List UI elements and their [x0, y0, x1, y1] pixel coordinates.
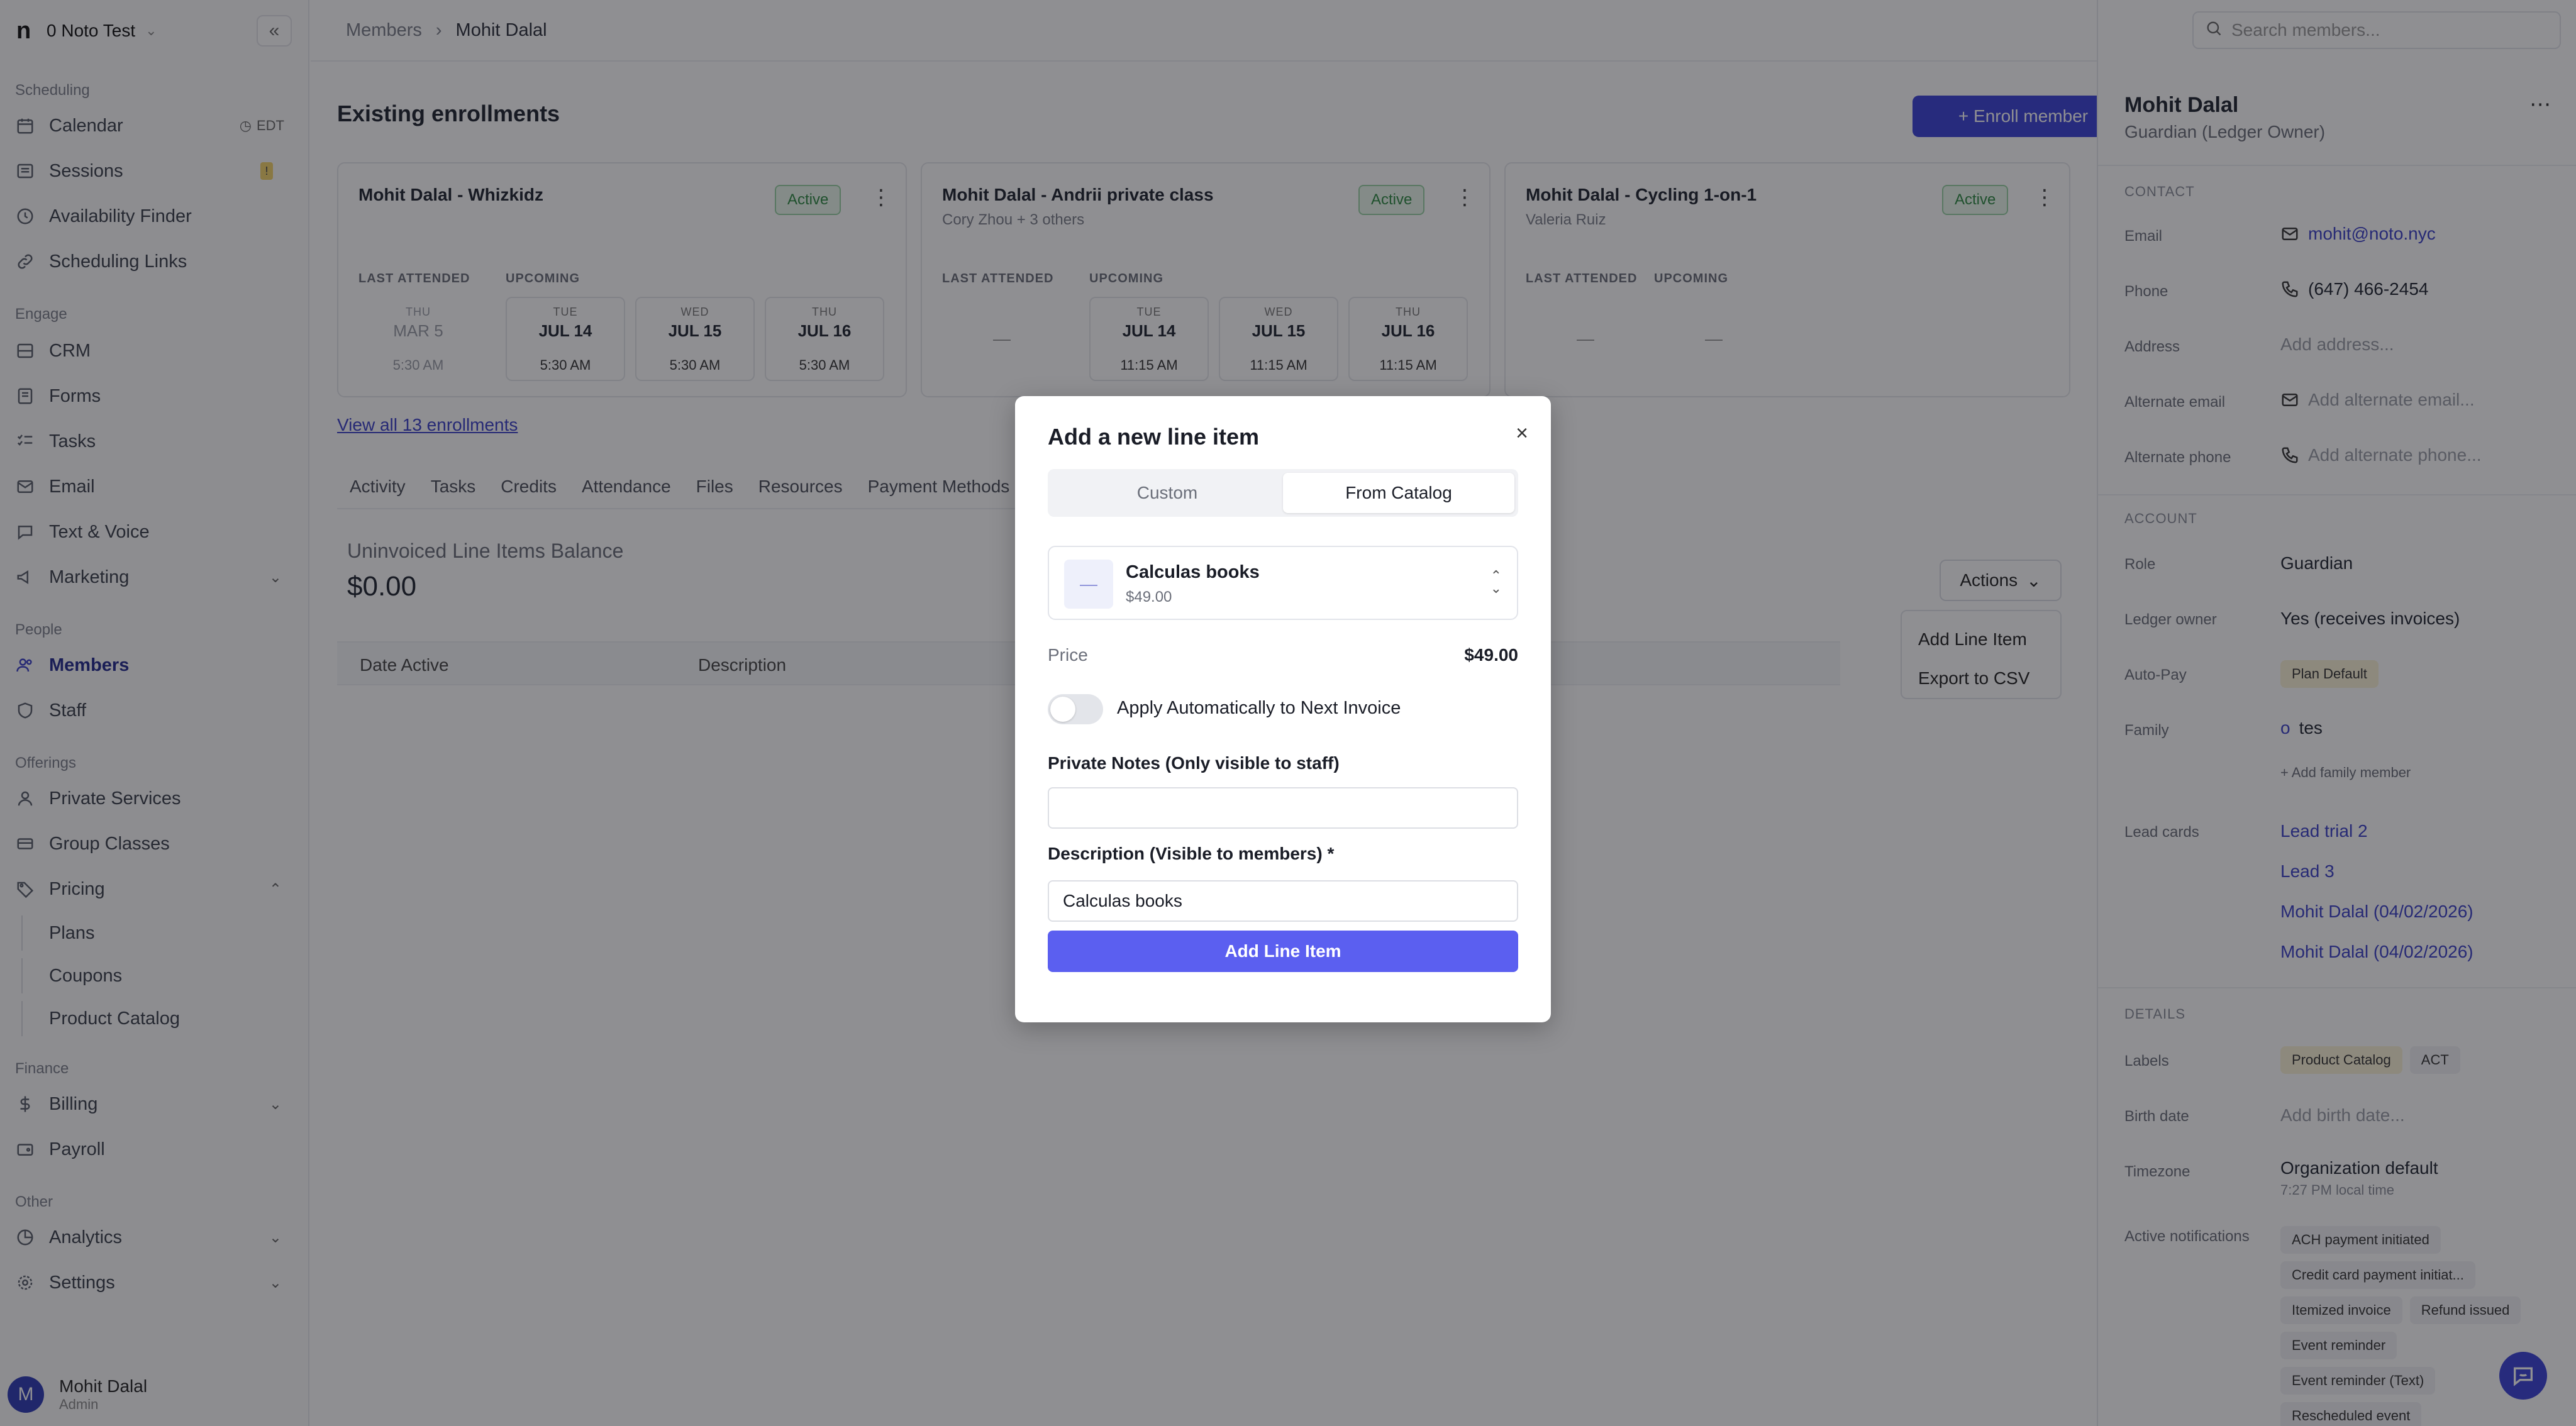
description-input[interactable]: Calculas books — [1048, 880, 1518, 922]
close-icon[interactable]: × — [1516, 421, 1528, 446]
description-label: Description (Visible to members) * — [1048, 844, 1335, 863]
line-item-source-toggle: Custom From Catalog — [1048, 469, 1518, 517]
selected-product-name: Calculas books — [1126, 562, 1260, 582]
selected-product-price: $49.00 — [1126, 589, 1172, 605]
product-thumbnail: — — [1064, 560, 1113, 609]
tab-custom[interactable]: Custom — [1052, 473, 1283, 513]
private-notes-label: Private Notes (Only visible to staff) — [1048, 753, 1340, 773]
catalog-item-select[interactable]: — Calculas books $49.00 ⌃ ⌄ — [1048, 546, 1518, 620]
add-line-item-dialog: Add a new line item × Custom From Catalo… — [1015, 396, 1551, 1022]
tab-from-catalog[interactable]: From Catalog — [1283, 473, 1514, 513]
chevron-updown-icon: ⌃ ⌄ — [1490, 568, 1502, 596]
dialog-title: Add a new line item — [1048, 424, 1260, 450]
apply-automatically-toggle[interactable] — [1048, 694, 1103, 724]
private-notes-input[interactable] — [1048, 787, 1518, 829]
apply-automatically-label: Apply Automatically to Next Invoice — [1117, 698, 1401, 718]
price-label: Price — [1048, 645, 1088, 665]
add-line-item-button[interactable]: Add Line Item — [1048, 931, 1518, 972]
price-value: $49.00 — [1464, 645, 1518, 665]
